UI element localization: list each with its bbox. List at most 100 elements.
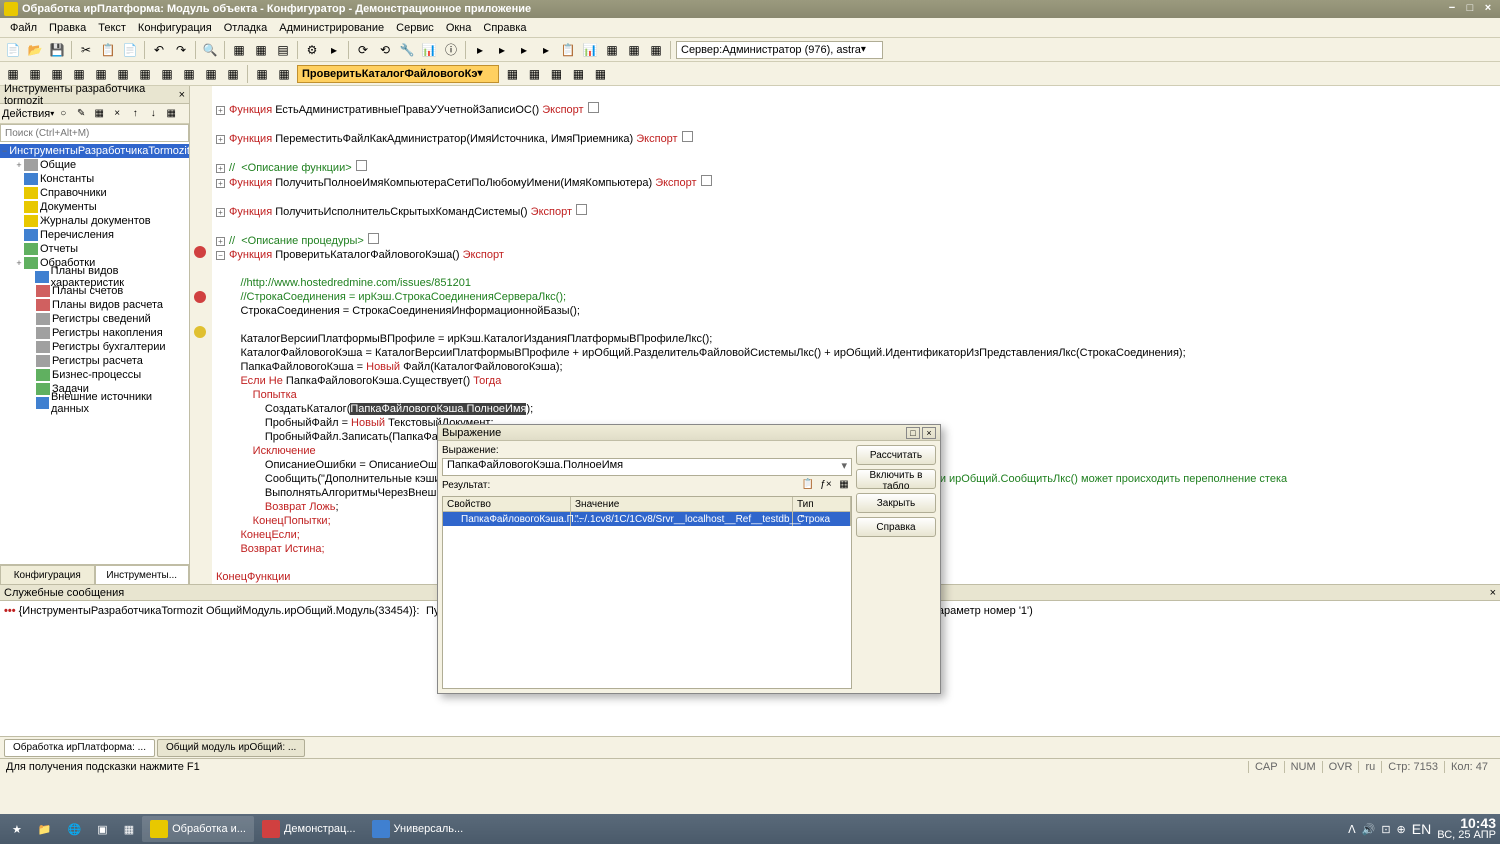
terminal-icon[interactable]: ▣ [89,816,115,842]
tab-config[interactable]: Конфигурация [0,565,95,584]
menu-edit[interactable]: Правка [43,20,92,36]
breakpoint-icon[interactable] [194,246,206,258]
network-icon[interactable]: ⊡ [1381,823,1390,836]
taskbar-app[interactable]: Универсаль... [364,816,472,842]
tb-icon[interactable]: ▦ [646,40,666,60]
taskbar-app[interactable]: Демонстрац... [254,816,364,842]
breakpoint-icon[interactable] [194,291,206,303]
tb-icon[interactable]: ▦ [624,40,644,60]
tree-item[interactable]: Регистры сведений [0,312,189,326]
function-combo[interactable]: ПроверитьКаталогФайловогоКэ ▾ [297,65,499,83]
tb-icon[interactable]: ▸ [536,40,556,60]
volume-icon[interactable]: 🔊 [1362,823,1376,836]
tb-icon[interactable]: ⚙ [302,40,322,60]
clock[interactable]: 10:43 ВС, 25 АПР [1437,817,1496,841]
tree-item[interactable]: +Общие [0,158,189,172]
save-icon[interactable]: 💾 [47,40,67,60]
dialog-max-icon[interactable]: □ [906,427,920,439]
config-tree[interactable]: −ИнструментыРазработчикаTormozit +Общие … [0,142,189,564]
tree-item[interactable]: Константы [0,172,189,186]
tb-icon[interactable]: ▦ [502,64,522,84]
tree-item[interactable]: Регистры бухгалтерии [0,340,189,354]
tb-icon[interactable]: ⓘ [441,40,461,60]
cut-icon[interactable]: ✂ [76,40,96,60]
tb-icon[interactable]: ▦ [590,64,610,84]
tree-item[interactable]: Планы видов характеристик [0,270,189,284]
close-button[interactable]: × [1480,2,1496,16]
tb-icon[interactable]: ↑ [127,106,143,122]
menu-text[interactable]: Текст [92,20,132,36]
tray-icon[interactable]: ᐱ [1348,823,1356,836]
menu-service[interactable]: Сервис [390,20,440,36]
tb-icon[interactable]: ▦ [229,40,249,60]
browser-icon[interactable]: 🌐 [60,816,90,842]
tree-item[interactable]: Внешние источники данных [0,396,189,410]
undo-icon[interactable]: ↶ [149,40,169,60]
search-input[interactable] [0,124,189,142]
close-button[interactable]: Закрыть [856,493,936,513]
tb-icon[interactable]: ▦ [223,64,243,84]
tb-icon[interactable]: ▦ [602,40,622,60]
col-property[interactable]: Свойство [443,497,571,511]
tb-icon[interactable]: ⟲ [375,40,395,60]
tb-icon[interactable]: ▦ [3,64,23,84]
tb-icon[interactable]: ▸ [470,40,490,60]
tab-tools[interactable]: Инструменты... [95,565,190,584]
tree-item[interactable]: Регистры накопления [0,326,189,340]
start-icon[interactable]: ★ [4,816,30,842]
tb-icon[interactable]: ▦ [163,106,179,122]
files-icon[interactable]: 📁 [30,816,60,842]
tb-icon[interactable]: ▦ [179,64,199,84]
col-value[interactable]: Значение [571,497,793,511]
tb-icon[interactable]: ▦ [91,64,111,84]
paste-icon[interactable]: 📄 [120,40,140,60]
menu-debug[interactable]: Отладка [218,20,273,36]
tb-icon[interactable]: ▦ [69,64,89,84]
tree-item[interactable]: Перечисления [0,228,189,242]
new-icon[interactable]: 📄 [3,40,23,60]
menu-help[interactable]: Справка [477,20,532,36]
tb-icon[interactable]: 🔧 [397,40,417,60]
tb-icon[interactable]: ▸ [514,40,534,60]
tree-item[interactable]: Регистры расчета [0,354,189,368]
tb-icon[interactable]: ▦ [252,64,272,84]
tb-icon[interactable]: ▦ [47,64,67,84]
tb-icon[interactable]: 📊 [419,40,439,60]
dialog-title-bar[interactable]: Выражение □ × [438,425,940,441]
open-icon[interactable]: 📂 [25,40,45,60]
menu-config[interactable]: Конфигурация [132,20,218,36]
result-icon[interactable]: ƒ× [818,478,834,494]
tb-icon[interactable]: ↓ [145,106,161,122]
minimize-button[interactable]: − [1444,2,1460,16]
menu-file[interactable]: Файл [4,20,43,36]
workspace-icon[interactable]: ▦ [116,816,142,842]
tb-icon[interactable]: ▦ [25,64,45,84]
result-grid[interactable]: Свойство Значение Тип ПапкаФайловогоКэша… [442,496,852,689]
messages-close-icon[interactable]: × [1490,587,1496,599]
result-icon[interactable]: 📋 [800,478,816,494]
copy-icon[interactable]: 📋 [98,40,118,60]
include-tablo-button[interactable]: Включить в табло [856,469,936,489]
tb-icon[interactable]: ▦ [251,40,271,60]
tb-icon[interactable]: ▦ [546,64,566,84]
tb-icon[interactable]: ▦ [135,64,155,84]
tb-icon[interactable]: ▦ [274,64,294,84]
tb-icon[interactable]: ▦ [201,64,221,84]
panel-close-icon[interactable]: × [179,89,185,101]
menu-windows[interactable]: Окна [440,20,478,36]
menu-admin[interactable]: Администрирование [273,20,390,36]
tb-icon[interactable]: ⟳ [353,40,373,60]
maximize-button[interactable]: □ [1462,2,1478,16]
grid-row[interactable]: ПапкаФайловогоКэша.П... "~/.1cv8/1C/1Cv8… [443,512,851,526]
tree-root[interactable]: −ИнструментыРазработчикаTormozit [0,144,189,158]
doc-tab[interactable]: Общий модуль ирОбщий: ... [157,739,305,757]
tb-icon[interactable]: ▦ [157,64,177,84]
arrow-icon[interactable] [194,326,206,338]
tray-icon[interactable]: ⊕ [1397,823,1406,836]
dialog-close-icon[interactable]: × [922,427,936,439]
doc-tab[interactable]: Обработка ирПлатформа: ... [4,739,155,757]
lang-indicator[interactable]: EN [1412,821,1431,837]
tb-icon[interactable]: ▦ [113,64,133,84]
tb-icon[interactable]: ▦ [524,64,544,84]
tb-icon[interactable]: ○ [55,106,71,122]
